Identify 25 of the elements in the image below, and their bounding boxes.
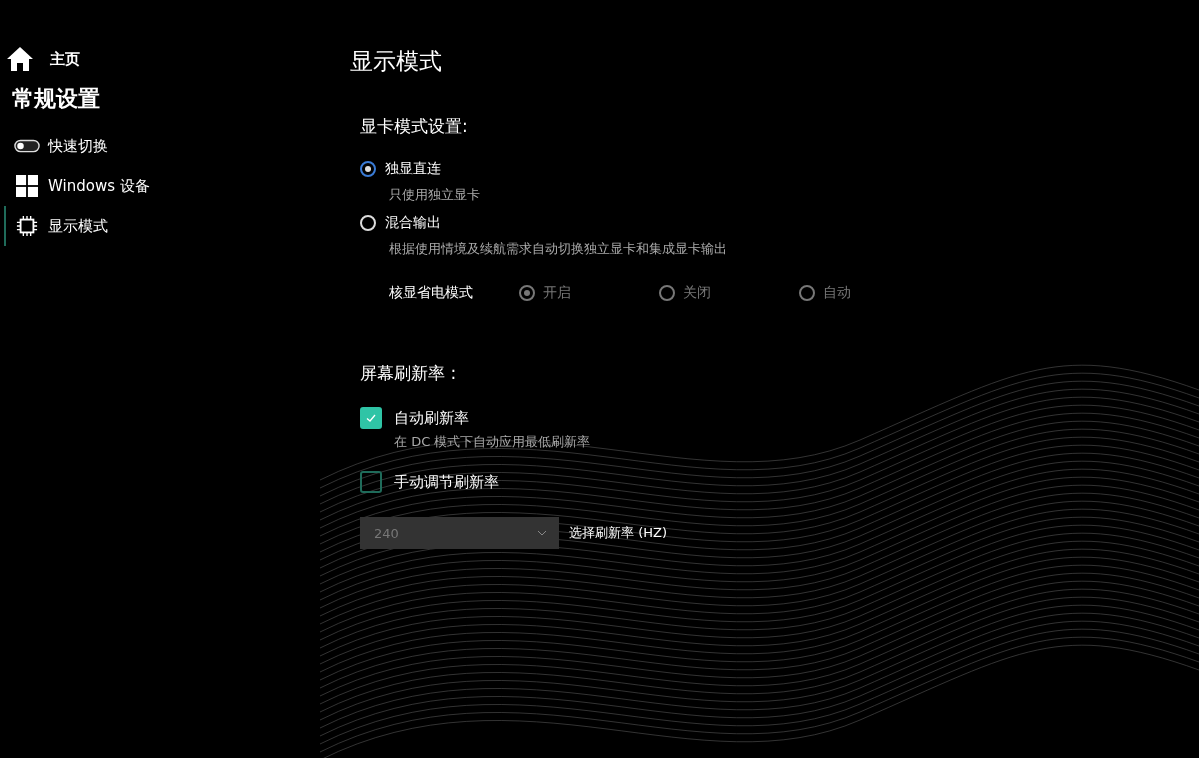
nav-item[interactable]: Windows 设备 <box>4 166 330 206</box>
chevron-down-icon <box>537 530 547 536</box>
checkbox-option[interactable]: 自动刷新率 <box>360 407 1199 429</box>
section-heading: 屏幕刷新率 : <box>360 362 458 385</box>
section-heading: 显卡模式设置: <box>360 115 469 138</box>
dropdown-label: 选择刷新率 (HZ) <box>569 524 667 542</box>
radio-button[interactable] <box>360 161 376 177</box>
option-description: 根据使用情境及续航需求自动切换独立显卡和集成显卡输出 <box>389 240 728 258</box>
option-description: 只使用独立显卡 <box>389 186 481 204</box>
nav-item[interactable]: 快速切换 <box>4 126 330 166</box>
power-saving-label: 核显省电模式 <box>389 284 474 302</box>
windows-icon <box>14 175 40 197</box>
checkbox[interactable] <box>360 471 382 493</box>
chip-icon <box>14 215 40 237</box>
home-link[interactable]: 主页 <box>6 44 330 74</box>
nav-item[interactable]: 显示模式 <box>4 206 330 246</box>
option-description: 在 DC 模式下自动应用最低刷新率 <box>394 433 592 451</box>
radio-option[interactable]: 混合输出 <box>360 214 1199 232</box>
page-title: 显示模式 <box>350 47 443 76</box>
section-title: 常规设置 <box>12 85 101 113</box>
checkmark-icon <box>365 412 377 424</box>
home-icon <box>6 46 34 72</box>
checkbox[interactable] <box>360 407 382 429</box>
checkbox-option[interactable]: 手动调节刷新率 <box>360 471 1199 493</box>
radio-option[interactable]: 独显直连 <box>360 160 1199 178</box>
